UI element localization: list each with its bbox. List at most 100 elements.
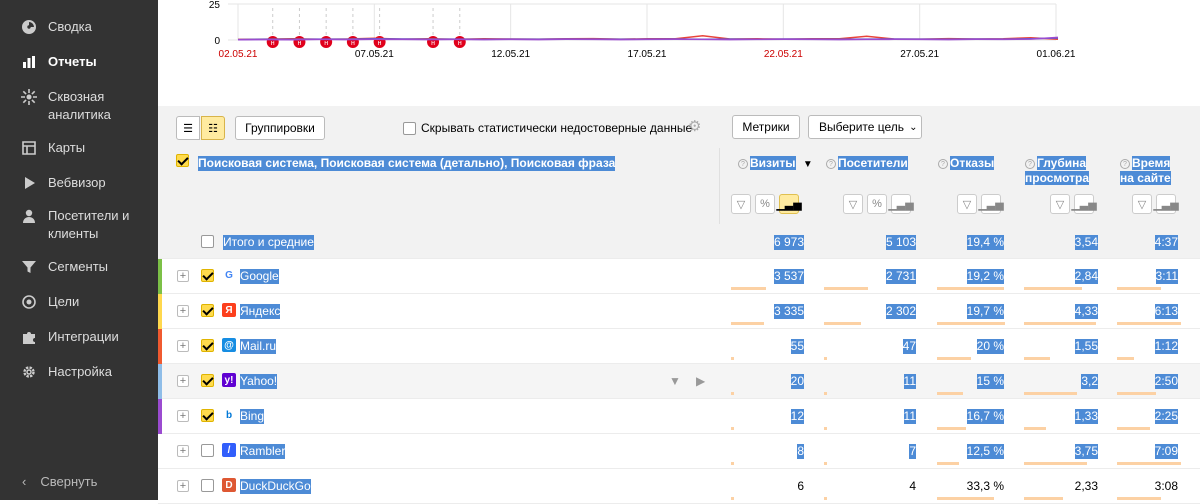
percent-icon[interactable]: % [867, 194, 887, 214]
metric-value: 2,84 [1074, 269, 1098, 284]
row-name[interactable]: Yahoo! [240, 374, 278, 389]
bar-chart-icon[interactable]: ▁▃▅ [978, 194, 1004, 214]
row-checkbox[interactable] [201, 479, 214, 492]
filter-icon[interactable]: ▽ [843, 194, 863, 214]
metric-header-bounce[interactable]: ? Отказы [938, 156, 995, 171]
filter-icon[interactable]: ▽ [731, 194, 751, 214]
table-row[interactable]: + G Google 3 537 2 731 19,2 % 2,84 3:11 [158, 259, 1200, 294]
metric-label: Отказы [950, 156, 995, 170]
table-row[interactable]: + b Bing 12 11 16,7 % 1,33 2:25 [158, 399, 1200, 434]
chevron-left-icon: ‹ [22, 474, 27, 489]
metric-value: 1:12 [1154, 339, 1178, 354]
select-all-checkbox[interactable] [176, 154, 189, 167]
total-metric-value: 3,54 [1074, 235, 1098, 250]
row-checkbox[interactable] [201, 304, 214, 317]
sidebar-item-reports[interactable]: Отчеты [0, 53, 158, 71]
sidebar-item-label: Вебвизор [48, 175, 106, 190]
metrics-button[interactable]: Метрики [732, 115, 800, 139]
holiday-marker-label: н [298, 40, 302, 47]
row-name[interactable]: Mail.ru [240, 339, 277, 354]
sidebar-item-analytics[interactable]: Сквозная аналитика [0, 88, 158, 124]
sidebar-item-goals[interactable]: Цели [0, 293, 158, 311]
expand-button[interactable]: + [177, 375, 189, 387]
sidebar-item-visitors[interactable]: Посетители и клиенты [0, 207, 158, 243]
metric-bar [824, 357, 827, 360]
row-checkbox[interactable] [201, 409, 214, 422]
totals-checkbox[interactable] [201, 235, 214, 248]
filter-icon[interactable]: ▽ [1132, 194, 1152, 214]
expand-button[interactable]: + [177, 410, 189, 422]
row-checkbox[interactable] [201, 339, 214, 352]
filter-icon[interactable]: ▽ [1050, 194, 1070, 214]
sidebar-item-maps[interactable]: Карты [0, 139, 158, 157]
collapse-sidebar-button[interactable]: ‹ Свернуть [22, 474, 97, 489]
expand-button[interactable]: + [177, 305, 189, 317]
sidebar-item-webvisor[interactable]: Вебвизор [0, 174, 158, 192]
bar-chart-icon[interactable]: ▁▃▅ [776, 194, 802, 214]
sidebar-item-segments[interactable]: Сегменты [0, 258, 158, 276]
row-name[interactable]: Bing [240, 409, 265, 424]
expand-button[interactable]: + [177, 340, 189, 352]
holiday-marker-label: н [271, 40, 275, 47]
play-icon[interactable]: ▶ [696, 374, 705, 388]
expand-button[interactable]: + [177, 270, 189, 282]
expand-button[interactable]: + [177, 445, 189, 457]
groupings-button[interactable]: Группировки [235, 116, 325, 140]
row-name[interactable]: DuckDuckGo [240, 479, 311, 494]
metric-bar [937, 427, 966, 430]
row-checkbox[interactable] [201, 374, 214, 387]
metric-bar [937, 357, 971, 360]
table-row[interactable]: + / Rambler 8 7 12,5 % 3,75 7:09 [158, 434, 1200, 469]
help-icon: ? [1120, 158, 1130, 169]
row-name[interactable]: Rambler [240, 444, 286, 459]
dimensions-header[interactable]: Поисковая система, Поисковая система (де… [198, 156, 616, 171]
totals-label: Итого и средние [223, 235, 314, 250]
table-row[interactable]: + D DuckDuckGo 6 4 33,3 % 2,33 3:08 [158, 469, 1200, 504]
collapse-label: Свернуть [40, 474, 98, 489]
sidebar-item-label: Сводка [48, 19, 92, 34]
sidebar-item-settings[interactable]: Настройка [0, 363, 158, 381]
x-tick-label: 22.05.21 [764, 49, 803, 60]
filter-icon[interactable]: ▼ [669, 374, 681, 388]
goal-select[interactable]: Выберите цель ⌄ [808, 115, 922, 139]
table-row[interactable]: + y! Yahoo! ▼ ▶ 20 11 15 % 3,2 2:50 [158, 364, 1200, 399]
metric-header-time[interactable]: ? Время на сайте [1120, 156, 1180, 186]
bar-chart-icon[interactable]: ▁▃▅ [888, 194, 914, 214]
metric-bar [1117, 287, 1162, 290]
expand-button[interactable]: + [177, 480, 189, 492]
bar-chart-icon[interactable]: ▁▃▅ [1153, 194, 1179, 214]
metric-value: 1,33 [1074, 409, 1098, 424]
puzzle-icon [20, 328, 38, 346]
metric-bar [937, 392, 963, 395]
search-engine-logo-icon: @ [222, 338, 236, 352]
metric-header-visits[interactable]: ? Визиты ▼ [738, 156, 813, 172]
metric-header-visitors[interactable]: ? Посетители [826, 156, 908, 171]
metric-bar [731, 462, 734, 465]
table-row[interactable]: + @ Mail.ru 55 47 20 % 1,55 1:12 [158, 329, 1200, 364]
percent-icon[interactable]: % [755, 194, 775, 214]
row-name[interactable]: Google [240, 269, 279, 284]
metric-value: 19,2 % [966, 269, 1004, 284]
hide-unreliable-checkbox[interactable] [403, 121, 416, 135]
holiday-marker-label: н [378, 40, 382, 47]
tree-view-button[interactable]: ☷ [201, 116, 225, 140]
sidebar-item-label: Отчеты [48, 54, 97, 69]
metric-header-depth[interactable]: ? Глубина просмотра [1025, 156, 1103, 186]
metric-value: 4,33 [1074, 304, 1098, 319]
table-row[interactable]: + Я Яндекс 3 335 2 302 19,7 % 4,33 6:13 [158, 294, 1200, 329]
hide-unreliable-option[interactable]: Скрывать статистически недостоверные дан… [403, 121, 692, 135]
sidebar-item-integrations[interactable]: Интеграции [0, 328, 158, 346]
filter-icon[interactable]: ▽ [957, 194, 977, 214]
flat-view-button[interactable]: ☰ [176, 116, 200, 140]
metric-bar [1024, 357, 1050, 360]
bar-chart-icon[interactable]: ▁▃▅ [1071, 194, 1097, 214]
row-checkbox[interactable] [201, 444, 214, 457]
x-tick-label: 12.05.21 [491, 49, 530, 60]
chevron-down-icon: ⌄ [909, 121, 918, 133]
metric-value: 3:08 [1154, 479, 1178, 493]
gear-icon[interactable]: ⚙ [688, 117, 701, 135]
holiday-marker-label: н [324, 40, 328, 47]
row-checkbox[interactable] [201, 269, 214, 282]
row-name[interactable]: Яндекс [240, 304, 281, 319]
sidebar-item-summary[interactable]: Сводка [0, 18, 158, 36]
